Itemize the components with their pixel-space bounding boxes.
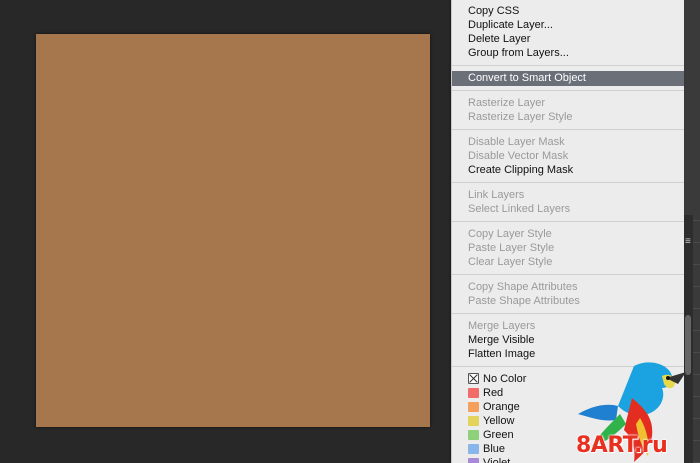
menu-separator xyxy=(452,221,684,222)
color-label: Green xyxy=(483,429,514,441)
document-workspace xyxy=(0,0,451,463)
menu-item-copy-layer-style: Copy Layer Style xyxy=(468,228,552,240)
menu-separator xyxy=(452,313,684,314)
color-swatch-icon xyxy=(468,430,479,440)
menu-item-select-linked-layers: Select Linked Layers xyxy=(468,203,571,215)
menu-item-convert-to-smart-object[interactable]: Convert to Smart Object xyxy=(452,71,684,86)
panel-menu-icon[interactable]: ≡ xyxy=(685,237,691,247)
color-swatch-icon xyxy=(468,388,479,398)
menu-item-create-clipping-mask[interactable]: Create Clipping Mask xyxy=(452,163,684,177)
color-label: Blue xyxy=(483,443,506,455)
menu-item-disable-layer-mask: Disable Layer Mask xyxy=(468,136,565,148)
canvas-document[interactable] xyxy=(36,34,430,427)
watermark-text: 8ART.ru xyxy=(576,433,668,458)
color-swatch-icon xyxy=(468,416,479,426)
menu-separator xyxy=(452,65,684,66)
menu-separator xyxy=(452,182,684,183)
menu-separator xyxy=(452,274,684,275)
menu-item-copy-css[interactable]: Copy CSS xyxy=(452,4,684,18)
menu-item-duplicate-layer[interactable]: Duplicate Layer... xyxy=(452,18,684,32)
menu-item-merge-visible[interactable]: Merge Visible xyxy=(452,333,684,347)
color-label: No Color xyxy=(483,373,527,385)
color-swatch-icon xyxy=(468,458,479,463)
menu-item-paste-layer-style: Paste Layer Style xyxy=(468,242,555,254)
menu-separator xyxy=(452,90,684,91)
menu-item-paste-shape-attributes: Paste Shape Attributes xyxy=(468,295,580,307)
menu-item-merge-layers: Merge Layers xyxy=(468,320,536,332)
menu-item-link-layers: Link Layers xyxy=(468,189,525,201)
color-swatch-icon xyxy=(468,444,479,454)
menu-item-delete-layer[interactable]: Delete Layer xyxy=(452,32,684,46)
menu-item-rasterize-layer: Rasterize Layer xyxy=(468,97,546,109)
color-label: Yellow xyxy=(483,415,515,427)
color-swatch-icon xyxy=(468,373,479,384)
color-label: Orange xyxy=(483,401,520,413)
color-label: Violet xyxy=(483,457,511,463)
color-swatch-icon xyxy=(468,402,479,412)
menu-item-group-from-layers[interactable]: Group from Layers... xyxy=(452,46,684,60)
menu-item-disable-vector-mask: Disable Vector Mask xyxy=(468,150,569,162)
menu-separator xyxy=(452,129,684,130)
menu-item-clear-layer-style: Clear Layer Style xyxy=(468,256,553,268)
menu-item-rasterize-layer-style: Rasterize Layer Style xyxy=(468,111,573,123)
menu-item-copy-shape-attributes: Copy Shape Attributes xyxy=(468,281,578,293)
color-label: Red xyxy=(483,387,504,399)
